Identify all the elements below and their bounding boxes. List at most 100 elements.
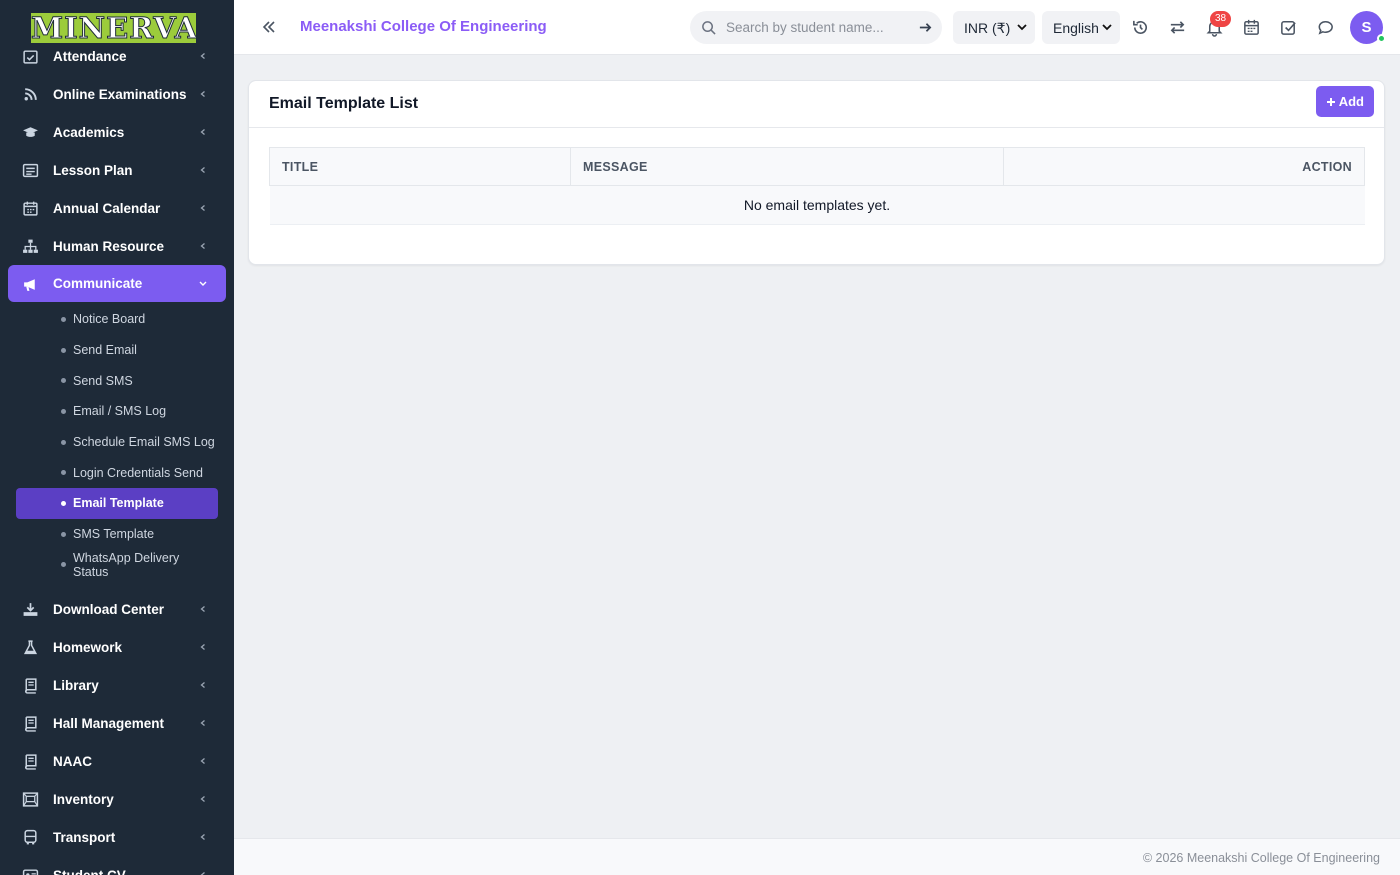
sidebar-item-label: Inventory: [53, 791, 114, 807]
id-card-icon: [22, 869, 39, 875]
chevron-left-icon: [200, 758, 205, 765]
sidebar-item-label: Communicate: [53, 276, 143, 291]
book-icon: [25, 716, 37, 732]
submenu-item-send-email[interactable]: Send Email: [16, 335, 218, 366]
currency-select[interactable]: INR (₹): [953, 11, 1035, 44]
footer-copyright: © 2026 Meenakshi College Of Engineering: [1142, 851, 1380, 865]
sidebar-item-transport[interactable]: Transport: [8, 818, 226, 856]
sidebar-item-label: Human Resource: [53, 238, 165, 254]
sidebar-item-lesson-plan[interactable]: Lesson Plan: [8, 151, 226, 189]
chevron-left-icon: [200, 872, 205, 875]
sidebar-item-label: Hall Management: [53, 715, 165, 731]
rss-icon: [24, 88, 37, 101]
collapse-sidebar-icon[interactable]: [260, 18, 278, 36]
calendar-icon[interactable]: [1242, 18, 1261, 37]
sidebar-item-hall-management[interactable]: Hall Management: [8, 704, 226, 742]
arrow-right-icon[interactable]: [918, 20, 933, 35]
column-header-message[interactable]: MESSAGE: [570, 147, 1004, 186]
submenu-item-login-credentials-send[interactable]: Login Credentials Send: [16, 457, 218, 488]
bullet-dot: [61, 531, 66, 537]
sidebar-item-academics[interactable]: Academics: [8, 113, 226, 151]
sidebar-item-label: Download Center: [53, 601, 165, 617]
submenu-item-email-sms-log[interactable]: Email / SMS Log: [16, 396, 218, 427]
column-header-title[interactable]: TITLE: [269, 147, 571, 186]
switch-icon[interactable]: [1168, 18, 1187, 37]
sidebar-item-online-examinations[interactable]: Online Examinations: [8, 75, 226, 113]
table-row: No email templates yet.: [269, 185, 1365, 225]
footer: © 2026 Meenakshi College Of Engineering: [234, 838, 1400, 875]
sidebar-item-homework[interactable]: Homework: [8, 628, 226, 666]
email-template-table: TITLE MESSAGE ACTION No email templates …: [269, 147, 1365, 225]
chevron-left-icon: [200, 129, 205, 135]
sidebar-item-label: Annual Calendar: [53, 200, 161, 216]
submenu-item-label: Send SMS: [73, 373, 133, 388]
search-input[interactable]: [726, 11, 906, 44]
sidebar-item-student-cv[interactable]: Student CV: [8, 856, 226, 875]
sidebar-item-human-resource[interactable]: Human Resource: [8, 227, 226, 265]
student-search: [690, 11, 942, 44]
sidebar-item-download-center[interactable]: Download Center: [8, 590, 226, 628]
list-icon: [22, 163, 39, 178]
chevron-left-icon: [200, 606, 205, 613]
chevron-left-icon: [200, 834, 205, 841]
sidebar-item-label: Academics: [53, 124, 125, 140]
add-button-label: Add: [1338, 94, 1364, 109]
submenu-item-sms-template[interactable]: SMS Template: [16, 519, 218, 550]
sidebar-item-inventory[interactable]: Inventory: [8, 780, 226, 818]
submenu-item-send-sms[interactable]: Send SMS: [16, 365, 218, 396]
book-icon: [25, 678, 37, 694]
language-value: English: [1053, 20, 1099, 36]
submenu-item-whatsapp-delivery-status[interactable]: WhatsApp Delivery Status: [16, 550, 218, 581]
submenu-item-notice-board[interactable]: Notice Board: [16, 304, 218, 335]
bullet-dot: [61, 316, 66, 322]
flask-icon: [23, 640, 38, 655]
sidebar-item-label: Library: [53, 677, 99, 693]
notification-badge: 38: [1210, 11, 1231, 27]
book-icon: [25, 754, 37, 770]
logo: MINERVA: [31, 13, 196, 43]
sidebar-item-label: Homework: [53, 639, 123, 655]
history-icon[interactable]: [1131, 18, 1150, 37]
column-header-action: ACTION: [1003, 147, 1365, 186]
sidebar-item-label: Transport: [53, 829, 116, 845]
submenu-item-label: WhatsApp Delivery Status: [73, 550, 180, 579]
college-name: Meenakshi College Of Engineering: [300, 18, 547, 35]
calendar-icon: [23, 201, 38, 216]
card-header: Email Template List Add: [249, 81, 1384, 128]
chevron-left-icon: [200, 205, 205, 211]
bullhorn-icon: [24, 279, 35, 291]
submenu-item-email-template[interactable]: Email Template: [16, 488, 218, 519]
chevron-left-icon: [200, 796, 205, 803]
checkbox-icon[interactable]: [1279, 18, 1298, 37]
chevron-left-icon: [200, 644, 205, 651]
sidebar-item-communicate[interactable]: Communicate: [8, 265, 226, 302]
bullet-dot: [61, 500, 66, 506]
chevron-left-icon: [200, 720, 205, 727]
sidebar-item-library[interactable]: Library: [8, 666, 226, 704]
submenu-item-label: Login Credentials Send: [73, 465, 203, 480]
topbar: Meenakshi College Of Engineering INR (₹)…: [234, 0, 1400, 55]
submenu-item-schedule-email-sms-log[interactable]: Schedule Email SMS Log: [16, 427, 218, 458]
submenu-item-label: Email / SMS Log: [73, 404, 167, 419]
chevron-left-icon: [200, 243, 205, 249]
bullet-dot: [61, 562, 66, 568]
email-template-card: Email Template List Add TITLE MESSAGE AC…: [248, 80, 1385, 265]
search-icon: [702, 21, 716, 35]
sidebar-menu: Attendance Online Examinations Academics Le…: [0, 37, 234, 875]
chevron-left-icon: [200, 167, 205, 173]
submenu-item-label: Email Template: [73, 496, 164, 511]
logo-area: MINERVA: [0, 0, 234, 54]
submenu-item-label: Schedule Email SMS Log: [73, 435, 215, 450]
graduation-cap-icon: [23, 127, 38, 137]
language-select[interactable]: English: [1042, 11, 1120, 44]
chevron-left-icon: [200, 682, 205, 689]
chat-icon[interactable]: [1316, 18, 1335, 37]
sidebar-item-label: Online Examinations: [53, 86, 187, 102]
sidebar-item-annual-calendar[interactable]: Annual Calendar: [8, 189, 226, 227]
sidebar-item-label: Student CV: [53, 868, 126, 875]
page-title: Email Template List: [269, 95, 419, 112]
currency-value: INR (₹): [964, 20, 1011, 36]
sidebar-item-naac[interactable]: NAAC: [8, 742, 226, 780]
bullet-dot: [61, 378, 66, 384]
add-button[interactable]: Add: [1315, 86, 1374, 117]
